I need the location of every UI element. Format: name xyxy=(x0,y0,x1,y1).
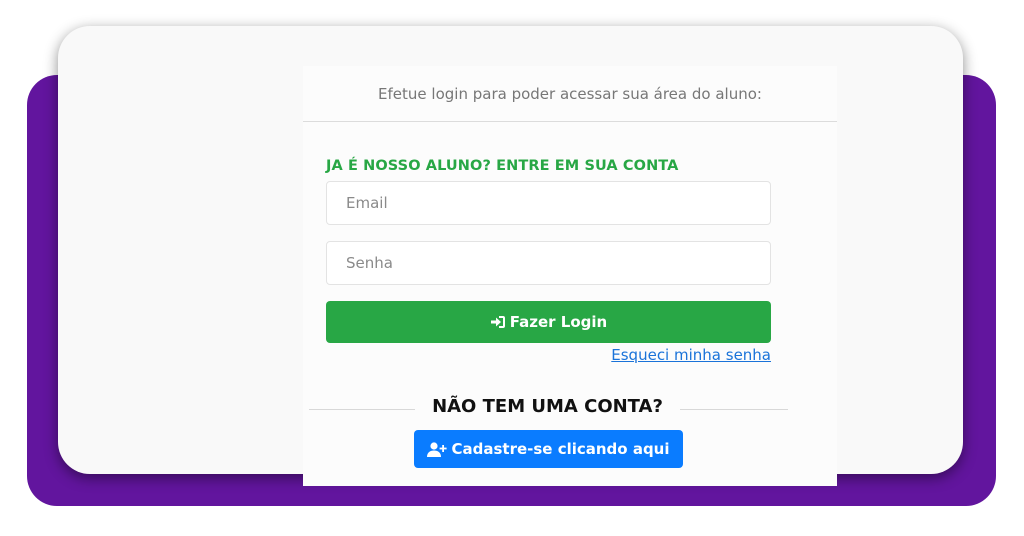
password-input[interactable] xyxy=(326,241,771,285)
email-input[interactable] xyxy=(326,181,771,225)
divider-left xyxy=(309,409,415,410)
signup-button[interactable]: Cadastre-se clicando aqui xyxy=(414,430,683,468)
login-section-title: JA É NOSSO ALUNO? ENTRE EM SUA CONTA xyxy=(326,158,679,174)
login-button[interactable]: Fazer Login xyxy=(326,301,771,343)
login-card: Efetue login para poder acessar sua área… xyxy=(58,26,963,486)
user-plus-icon xyxy=(427,441,448,457)
intro-text: Efetue login para poder acessar sua área… xyxy=(303,66,837,122)
login-panel: Efetue login para poder acessar sua área… xyxy=(303,66,837,486)
login-page: Efetue login para poder acessar sua área… xyxy=(0,0,1024,536)
sign-in-icon xyxy=(490,315,506,329)
signup-button-label: Cadastre-se clicando aqui xyxy=(451,440,670,458)
login-button-label: Fazer Login xyxy=(509,313,608,331)
divider-right xyxy=(680,409,788,410)
no-account-heading: NÃO TEM UMA CONTA? xyxy=(432,396,663,417)
forgot-password-link[interactable]: Esqueci minha senha xyxy=(611,346,771,364)
